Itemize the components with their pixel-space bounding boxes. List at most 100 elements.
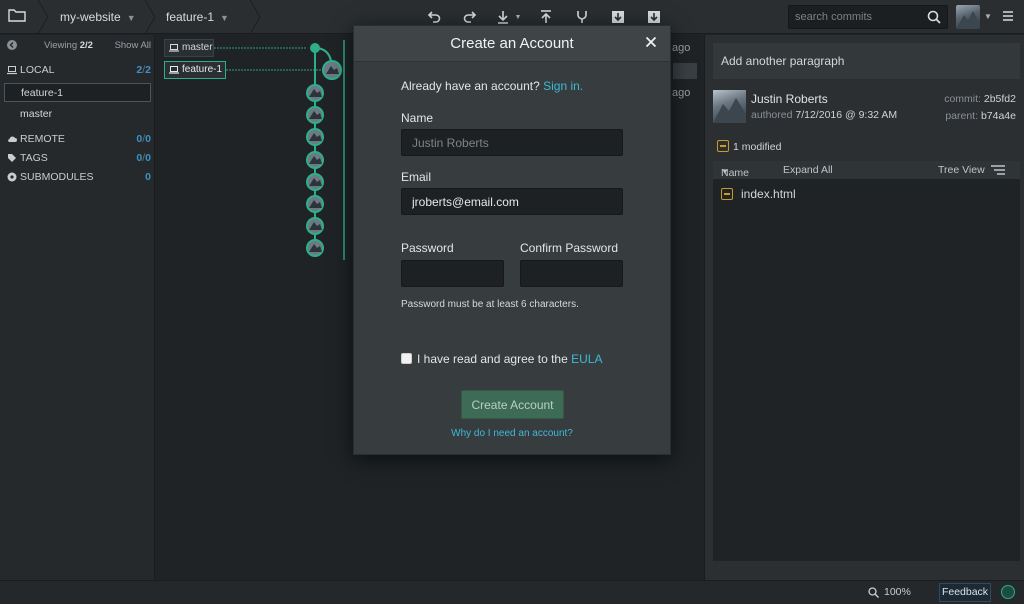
commit-time: ago (672, 87, 691, 99)
chevron-down-icon: ▼ (721, 167, 729, 176)
status-bar: 100% Feedback (0, 580, 1024, 604)
tags-total: 0 (145, 152, 151, 164)
viewing-label: Viewing (44, 40, 78, 51)
commit-node[interactable] (306, 173, 324, 191)
author-avatar (713, 90, 746, 123)
activity-indicator-icon[interactable] (1001, 585, 1015, 599)
sidebar-branch-feature-1[interactable]: feature-1 (4, 83, 151, 102)
name-field[interactable] (401, 129, 623, 156)
email-field[interactable] (401, 188, 623, 215)
zoom-icon[interactable] (868, 587, 879, 598)
tree-view-toggle[interactable]: Tree View (938, 164, 985, 176)
breadcrumb-separator (37, 0, 49, 34)
repo-name: my-website (60, 10, 121, 24)
pull-icon (498, 11, 508, 24)
folder-icon[interactable] (8, 8, 26, 22)
modified-summary: 1 modified (717, 140, 781, 153)
expand-all-button[interactable]: Expand All (783, 164, 833, 176)
push-icon (541, 10, 551, 23)
breadcrumb-separator (249, 0, 261, 34)
create-account-button[interactable]: Create Account (461, 390, 564, 419)
eula-text: I have read and agree to the (417, 352, 568, 366)
section-local-count: 2/2 (136, 64, 151, 76)
zoom-level[interactable]: 100% (884, 586, 911, 598)
commit-label: commit: (944, 93, 981, 105)
section-tags-label: TAGS (20, 152, 48, 164)
have-account-text: Already have an account? (401, 79, 540, 93)
commit-node[interactable] (306, 217, 324, 235)
show-all-link[interactable]: Show All (115, 40, 151, 51)
commit-node[interactable] (306, 151, 324, 169)
feedback-button[interactable]: Feedback (939, 583, 991, 602)
branch-selector[interactable]: feature-1 ▼ (166, 0, 229, 34)
section-local-label: LOCAL (20, 64, 55, 76)
section-local[interactable]: LOCAL 2/2 (0, 61, 155, 79)
sign-in-prompt: Already have an account? Sign in. (401, 79, 583, 93)
section-remote[interactable]: REMOTE 0/0 (0, 130, 155, 148)
file-list: Name ▼ Expand All Tree View index.html (713, 161, 1020, 561)
user-avatar[interactable] (956, 5, 980, 29)
submodule-icon (7, 172, 17, 182)
laptop-icon (7, 66, 17, 75)
commit-node[interactable] (306, 195, 324, 213)
why-account-link[interactable]: Why do I need an account? (451, 428, 573, 439)
section-tags[interactable]: TAGS 0/0 (0, 149, 155, 167)
search-icon[interactable] (927, 10, 941, 24)
commit-value[interactable]: 2b5fd2 (984, 93, 1016, 105)
commit-time: ago (672, 42, 691, 54)
sidebar-header: Viewing 2/2 Show All (0, 35, 155, 57)
tag-icon (8, 154, 16, 162)
breadcrumb-separator (144, 0, 156, 34)
commit-sha: commit: 2b5fd2 (944, 93, 1016, 105)
password-label: Password (401, 241, 454, 255)
search-input[interactable] (789, 6, 919, 28)
file-name: index.html (741, 187, 796, 201)
password-field[interactable] (401, 260, 504, 287)
close-icon[interactable] (643, 34, 659, 50)
cloud-icon (8, 136, 17, 142)
authored-date: 7/12/2016 @ 9:32 AM (795, 109, 898, 121)
search-commits (788, 5, 948, 29)
stash-icon (612, 11, 624, 23)
confirm-password-label: Confirm Password (520, 241, 619, 255)
commit-node[interactable] (306, 84, 324, 102)
tree-view-icon[interactable] (991, 165, 1005, 175)
repo-selector[interactable]: my-website ▼ (60, 0, 136, 34)
confirm-password-field[interactable] (520, 260, 623, 287)
avatar-image (956, 11, 980, 29)
why-account-link-wrap: Why do I need an account? (354, 428, 670, 439)
selected-row-highlight (673, 63, 697, 79)
parent-value[interactable]: b74a4e (981, 110, 1016, 122)
modified-file-icon (717, 140, 729, 152)
commit-node[interactable] (306, 106, 324, 124)
section-remote-count: 0/0 (136, 133, 151, 145)
chevron-down-icon: ▼ (126, 13, 136, 23)
branch-name: feature-1 (166, 10, 215, 24)
section-submodules[interactable]: SUBMODULES 0 (0, 168, 155, 186)
redo-icon (463, 11, 477, 23)
password-hint: Password must be at least 6 characters. (401, 299, 579, 310)
commit-node[interactable] (322, 60, 342, 80)
collapse-sidebar-icon[interactable] (7, 40, 17, 50)
sign-in-link[interactable]: Sign in. (543, 79, 583, 93)
eula-agreement: I have read and agree to the EULA (417, 352, 602, 366)
section-tags-count: 0/0 (136, 152, 151, 164)
chevron-down-icon[interactable]: ▼ (984, 12, 992, 21)
author-name: Justin Roberts (751, 92, 828, 106)
commit-node[interactable] (306, 239, 324, 257)
file-row[interactable]: index.html (721, 187, 796, 201)
avatar-image (713, 98, 746, 123)
hamburger-menu-icon[interactable] (1002, 10, 1014, 22)
remote-total: 0 (145, 133, 151, 145)
left-sidebar: Viewing 2/2 Show All LOCAL 2/2 feature-1… (0, 35, 155, 580)
modified-count: 1 modified (733, 141, 782, 153)
branch-icon (577, 11, 587, 23)
commit-node[interactable] (306, 128, 324, 146)
chevron-down-icon: ▼ (220, 13, 229, 23)
eula-link[interactable]: EULA (571, 352, 602, 366)
sidebar-branch-master[interactable]: master (4, 105, 151, 124)
commit-node-head[interactable] (310, 43, 320, 53)
authored-label: authored (751, 109, 793, 121)
eula-checkbox[interactable] (401, 353, 412, 364)
undo-icon (427, 11, 441, 23)
